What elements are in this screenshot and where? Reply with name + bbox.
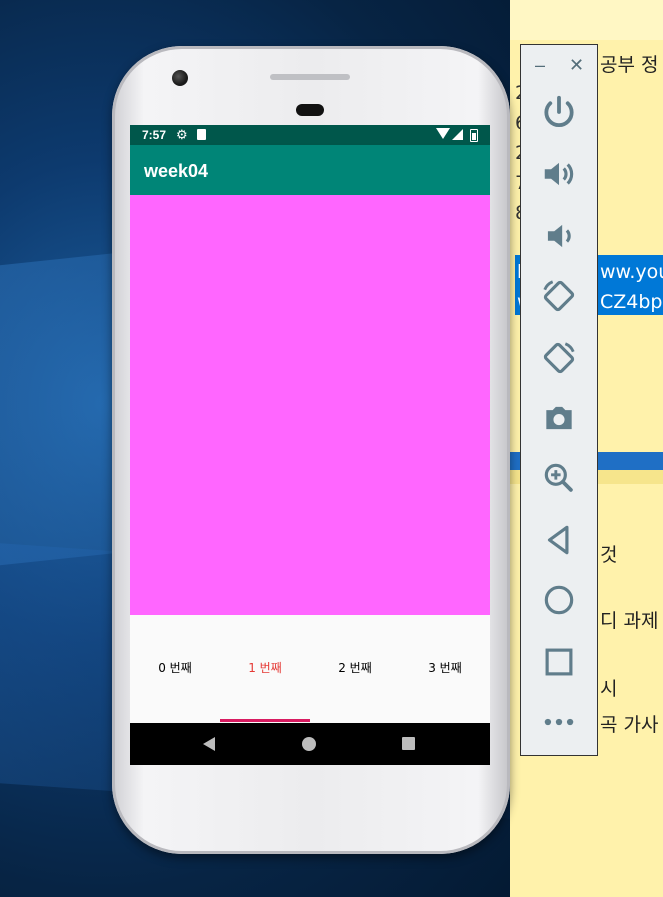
volume-up-icon[interactable] [540, 155, 578, 193]
tab-3[interactable]: 3 번째 [400, 659, 490, 676]
power-icon[interactable] [540, 93, 578, 131]
front-camera-icon [172, 70, 188, 86]
earpiece [296, 104, 324, 116]
minimize-button[interactable]: – [535, 55, 545, 75]
speaker-grille [270, 74, 350, 80]
close-button[interactable]: ✕ [569, 55, 584, 75]
status-bar: 7:57 ⚙ [130, 125, 490, 145]
sticky-note-line: 디 과제 [600, 610, 659, 632]
camera-icon[interactable] [540, 399, 578, 437]
phone-screen: 7:57 ⚙ week04 0 번째 1 번째 2 번째 3 번째 [130, 125, 490, 765]
sticky-note-line: 것 [600, 544, 618, 566]
volume-down-icon[interactable] [540, 217, 578, 255]
signal-icon [452, 129, 463, 140]
tab-0[interactable]: 0 번째 [130, 659, 220, 676]
tab-1[interactable]: 1 번째 [220, 659, 310, 676]
link-text: ww.you [600, 261, 663, 283]
sd-card-icon [197, 129, 206, 140]
more-icon[interactable] [540, 703, 578, 741]
back-icon[interactable] [540, 521, 578, 559]
tab-indicator [220, 719, 310, 722]
link-text: CZ4bpu [600, 291, 663, 313]
status-time: 7:57 [142, 128, 167, 142]
rotate-right-icon[interactable] [540, 339, 578, 377]
battery-icon [470, 129, 478, 142]
overview-icon[interactable] [540, 643, 578, 681]
android-nav-bar [130, 723, 490, 765]
emulator-toolbar: – ✕ [520, 44, 598, 756]
sticky-note-line: 곡 가사 [600, 714, 659, 736]
tab-bar: 0 번째 1 번째 2 번째 3 번째 [130, 615, 490, 723]
rotate-left-icon[interactable] [540, 277, 578, 315]
app-title: week04 [144, 161, 209, 181]
home-icon[interactable] [302, 737, 316, 751]
home-icon[interactable] [540, 581, 578, 619]
recents-icon[interactable] [402, 737, 415, 750]
content-pane[interactable] [130, 195, 490, 615]
sticky-note-line: 시 [600, 678, 618, 700]
sticky-note-header [510, 0, 663, 40]
sticky-note-line: 공부 정 [600, 54, 659, 76]
back-icon[interactable] [203, 737, 215, 751]
app-bar: week04 [130, 145, 490, 195]
gear-icon: ⚙ [176, 127, 188, 142]
tab-2[interactable]: 2 번째 [310, 659, 400, 676]
zoom-icon[interactable] [540, 459, 578, 497]
wifi-icon [436, 128, 450, 139]
